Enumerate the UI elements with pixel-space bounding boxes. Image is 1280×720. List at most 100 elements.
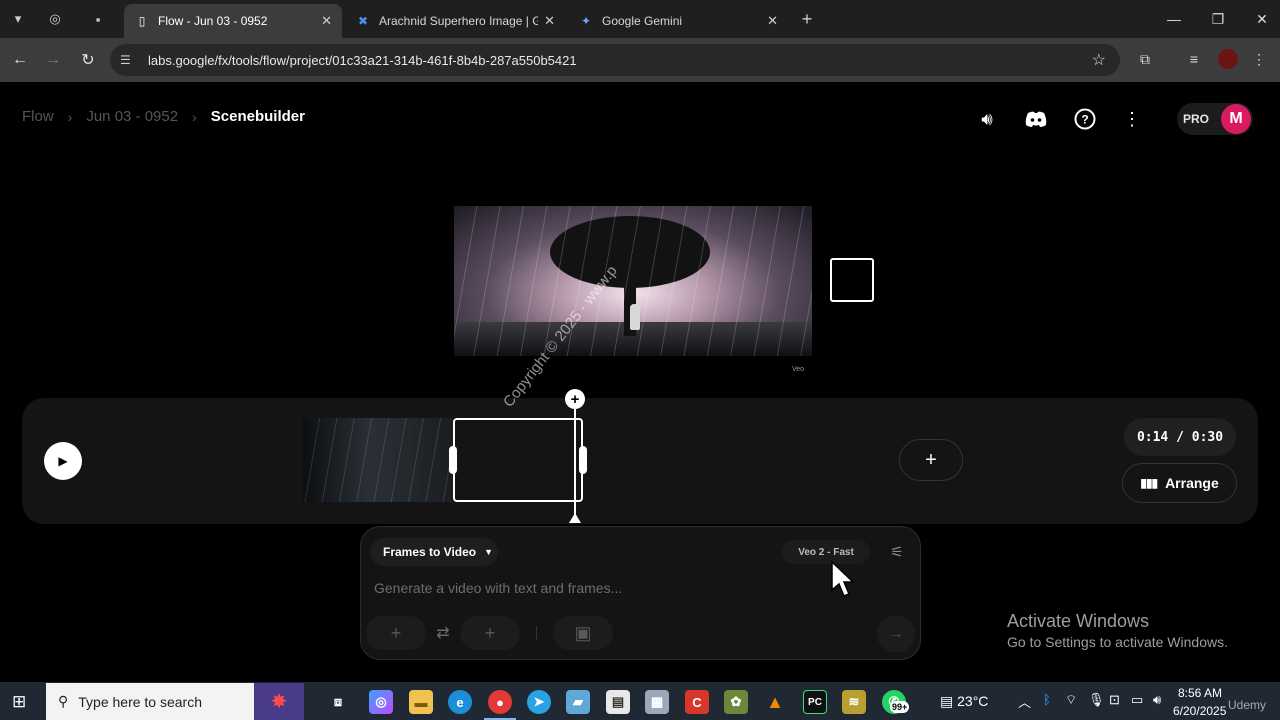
close-window-button[interactable]: ✕ bbox=[1240, 0, 1280, 38]
clock-date[interactable]: 6/20/2025 bbox=[1173, 704, 1226, 718]
swap-frames-icon[interactable]: ⇄ bbox=[432, 622, 454, 644]
breadcrumb-flow[interactable]: Flow bbox=[22, 108, 54, 125]
media-controls-icon[interactable]: ≡ bbox=[1183, 48, 1205, 70]
sliders-icon[interactable]: ⚟ bbox=[886, 541, 908, 563]
timeline-clip-selected[interactable] bbox=[453, 418, 583, 502]
tab-arachnid[interactable]: ✖ Arachnid Superhero Image | Go ✕ bbox=[345, 4, 565, 38]
clip-trim-handle-right[interactable] bbox=[579, 446, 587, 474]
add-end-frame-button[interactable]: + bbox=[460, 616, 520, 650]
edge-icon[interactable]: e bbox=[448, 690, 472, 714]
address-bar[interactable]: ☰ labs.google/fx/tools/flow/project/01c3… bbox=[110, 44, 1120, 76]
close-icon[interactable]: ✕ bbox=[321, 13, 332, 29]
app-icon-blue[interactable]: ▰ bbox=[566, 690, 590, 714]
microphone-icon[interactable]: 🎙︎ bbox=[1088, 692, 1105, 708]
mode-label: Frames to Video bbox=[383, 545, 477, 559]
extensions-icon[interactable]: ⧉ bbox=[1134, 48, 1156, 70]
clip-trim-handle-left[interactable] bbox=[449, 446, 457, 474]
close-icon[interactable]: ✕ bbox=[544, 13, 555, 29]
more-options-icon[interactable]: ⋮ bbox=[1120, 107, 1144, 131]
restore-button[interactable]: ❐ bbox=[1196, 0, 1240, 38]
send-button[interactable]: → bbox=[877, 615, 915, 653]
scene-preview[interactable] bbox=[454, 206, 812, 356]
model-selector[interactable]: Veo 2 - Fast bbox=[782, 540, 870, 564]
arrange-button[interactable]: ▮▮▮ Arrange bbox=[1122, 463, 1237, 503]
next-frame-placeholder[interactable] bbox=[830, 258, 874, 302]
add-start-frame-button[interactable]: + bbox=[366, 616, 426, 650]
notepad-icon[interactable]: ▤ bbox=[606, 690, 630, 714]
weather-temp: 23°C bbox=[957, 693, 989, 709]
page-title: Scenebuilder bbox=[210, 108, 305, 125]
help-icon[interactable]: ? bbox=[1073, 107, 1097, 131]
windows-start-icon[interactable]: ⊞ bbox=[12, 692, 26, 712]
pycharm-icon[interactable]: PC bbox=[803, 690, 827, 714]
veo-watermark: Veo bbox=[792, 366, 805, 373]
wifi-icon[interactable]: ⌔ bbox=[1065, 692, 1077, 708]
app-icon-multicolor[interactable]: ✿ bbox=[724, 690, 748, 714]
search-icon: ⚲ bbox=[58, 693, 69, 709]
tab-flow[interactable]: ▯ Flow - Jun 03 - 0952 ✕ bbox=[124, 4, 342, 38]
pro-label: PRO bbox=[1183, 112, 1210, 126]
add-media-button[interactable]: ▣ bbox=[553, 616, 613, 650]
tab-title: Arachnid Superhero Image | Go bbox=[379, 14, 539, 28]
weather-widget[interactable]: ▤ 23°C bbox=[940, 693, 988, 710]
tab-title: Google Gemini bbox=[602, 14, 683, 28]
reload-button[interactable]: ↻ bbox=[75, 47, 101, 73]
divider bbox=[536, 626, 537, 640]
site-info-icon[interactable]: ☰ bbox=[120, 53, 140, 67]
add-clip-button[interactable]: + bbox=[899, 439, 963, 481]
clock-time[interactable]: 8:56 AM bbox=[1178, 686, 1222, 700]
breadcrumb: Flow › Jun 03 - 0952 › Scenebuilder bbox=[22, 108, 305, 125]
close-icon[interactable]: ✕ bbox=[767, 13, 778, 29]
chevron-right-icon: › bbox=[192, 108, 197, 125]
app-icon-stack[interactable]: ≋ bbox=[842, 690, 866, 714]
taskbar-search-text: Type here to search bbox=[78, 693, 203, 710]
battery-icon[interactable]: ▭ bbox=[1131, 692, 1143, 708]
tab-gemini[interactable]: ✦ Google Gemini ✕ bbox=[568, 4, 788, 38]
file-explorer-icon[interactable]: ▬ bbox=[409, 690, 433, 714]
activate-windows-title: Activate Windows bbox=[1007, 611, 1150, 631]
udemy-watermark: Udemy bbox=[1228, 698, 1267, 712]
gemini-icon: ✦ bbox=[580, 14, 592, 28]
profile-avatar[interactable] bbox=[1218, 49, 1238, 69]
pinned-tab-icon-2[interactable]: ▪ bbox=[85, 6, 111, 32]
mouse-cursor-icon bbox=[831, 560, 854, 597]
tray-chevron-up-icon[interactable]: ︿ bbox=[1018, 692, 1031, 711]
new-tab-button[interactable]: + bbox=[794, 6, 820, 32]
copilot-icon[interactable]: ◎ bbox=[369, 690, 393, 714]
mode-dropdown[interactable]: Frames to Video ▼ bbox=[370, 538, 498, 566]
telegram-icon[interactable]: ➤ bbox=[527, 690, 551, 714]
volume-icon[interactable]: 🔊︎ bbox=[975, 107, 999, 131]
preview-rain bbox=[454, 206, 812, 356]
timeline-clip[interactable] bbox=[303, 418, 453, 502]
back-button[interactable]: ← bbox=[7, 47, 33, 73]
browser-toolbar: ← → ↻ ☰ labs.google/fx/tools/flow/projec… bbox=[0, 38, 1280, 82]
playhead-marker[interactable] bbox=[569, 513, 581, 523]
app-favicon-icon: ✖ bbox=[357, 14, 369, 28]
svg-text:?: ? bbox=[1081, 113, 1088, 127]
browser-tab-strip: ▾ ◎ ▪ ▯ Flow - Jun 03 - 0952 ✕ ✖ Arachni… bbox=[0, 0, 1280, 38]
app-icon-gray[interactable]: ▦ bbox=[645, 690, 669, 714]
tab-title: Flow - Jun 03 - 0952 bbox=[158, 14, 268, 28]
camera-icon[interactable]: ⊡ bbox=[1109, 692, 1120, 708]
discord-icon[interactable] bbox=[1024, 107, 1048, 131]
task-view-icon[interactable]: ⧈ bbox=[326, 690, 350, 714]
bookmark-star-icon[interactable]: ☆ bbox=[1092, 50, 1106, 70]
taskbar-search[interactable]: ⚲ Type here to search bbox=[46, 683, 254, 720]
bluetooth-icon[interactable]: ᛒ bbox=[1043, 692, 1051, 707]
more-menu-icon[interactable]: ⋮ bbox=[1248, 48, 1270, 70]
play-button[interactable]: ▶ bbox=[44, 442, 82, 480]
vlc-icon[interactable]: ▲ bbox=[763, 690, 787, 714]
tab-search-icon[interactable]: ▾ bbox=[5, 6, 31, 32]
pinned-tab-icon[interactable]: ◎ bbox=[42, 6, 68, 32]
avatar[interactable]: M bbox=[1221, 104, 1251, 134]
speaker-icon[interactable]: 🔊︎ bbox=[1153, 692, 1161, 708]
breadcrumb-project[interactable]: Jun 03 - 0952 bbox=[86, 108, 178, 125]
minimize-button[interactable]: — bbox=[1152, 0, 1196, 38]
playhead[interactable] bbox=[574, 408, 576, 518]
flag-app-icon[interactable]: ✸ bbox=[254, 683, 304, 720]
chrome-icon[interactable]: ● bbox=[484, 690, 516, 720]
forward-button[interactable]: → bbox=[40, 47, 66, 73]
app-icon-red[interactable]: C bbox=[685, 690, 709, 714]
playhead-add-icon[interactable]: + bbox=[565, 389, 585, 409]
prompt-input[interactable] bbox=[374, 576, 894, 600]
